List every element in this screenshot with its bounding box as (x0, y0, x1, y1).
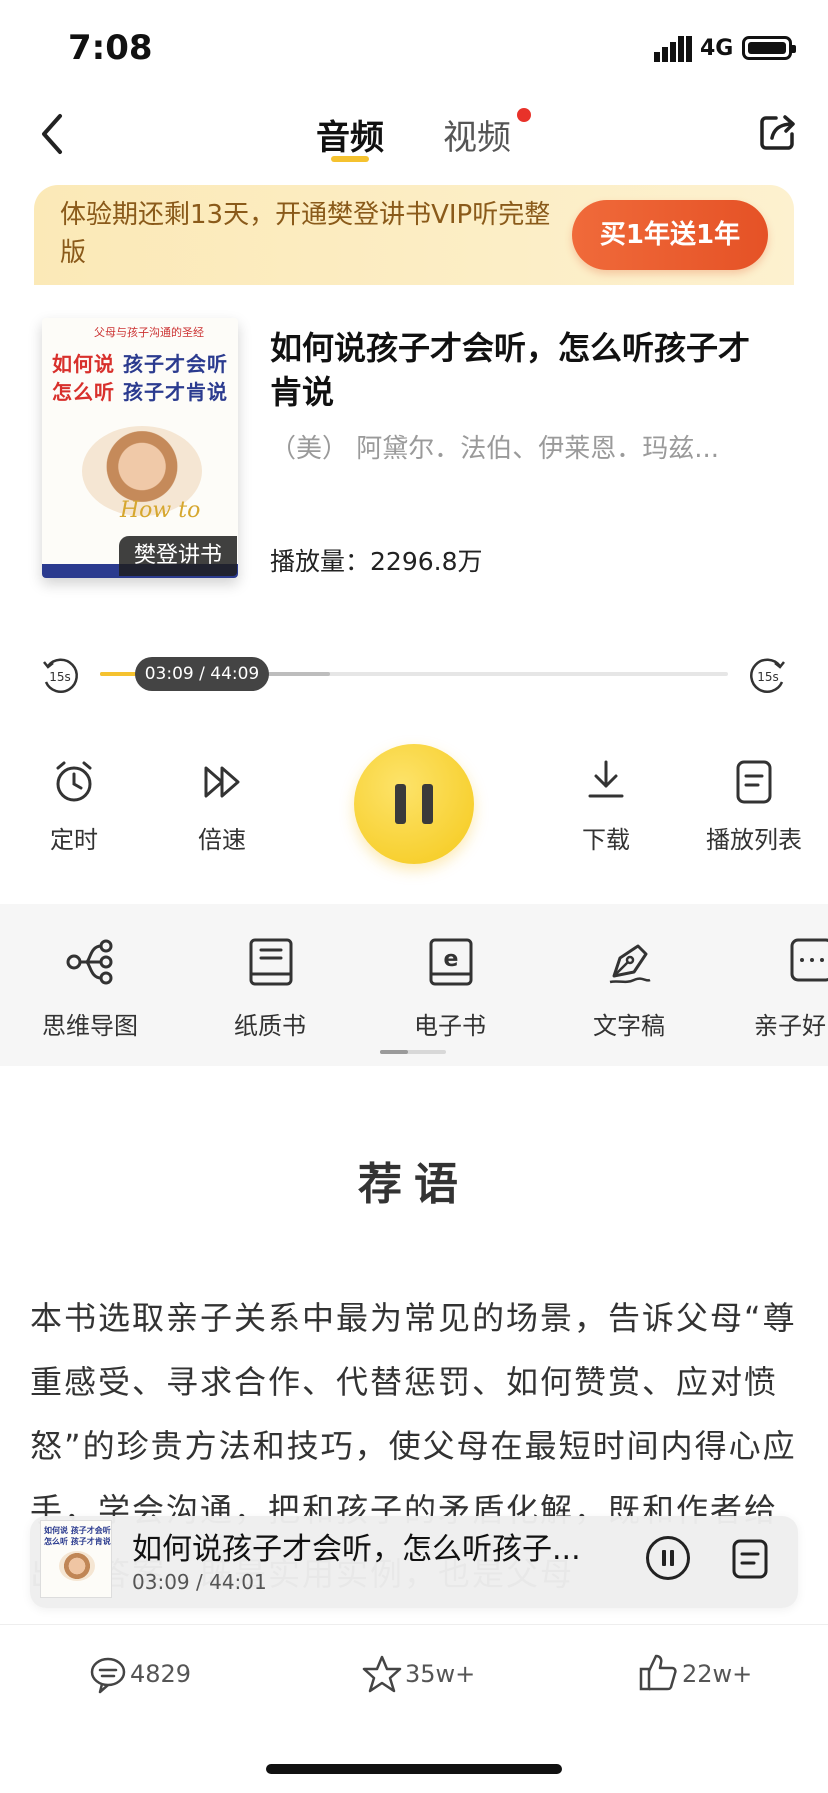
mini-cover-photo (59, 1551, 95, 1581)
pause-bar-right (422, 784, 433, 824)
battery-icon (742, 36, 796, 60)
mini-player-time: 03:09 / 44:01 (132, 1570, 267, 1594)
download-label[interactable]: 下载 (536, 820, 676, 855)
play-count: 播放量：2296.8万 (270, 547, 483, 576)
feature-parenting[interactable]: 亲子好 (754, 1006, 828, 1041)
tab-audio[interactable]: 音频 (316, 110, 384, 159)
recommend-title: 荐语 (358, 1159, 470, 1210)
svg-text:15s: 15s (49, 670, 71, 684)
signal-icon (654, 36, 692, 62)
forward-15-icon[interactable]: 15s (746, 654, 790, 698)
mini-cover-line1: 如何说 孩子才会听 (44, 1526, 111, 1535)
cover-how: How to (120, 498, 201, 523)
download-icon[interactable] (582, 756, 630, 804)
progress-thumb-time[interactable]: 03:09 / 44:09 (135, 657, 269, 691)
mini-player-cover[interactable]: 如何说 孩子才会听 怎么听 孩子才肯说 (40, 1520, 112, 1598)
playlist-label[interactable]: 播放列表 (684, 820, 824, 855)
playlist-icon[interactable] (730, 758, 778, 806)
alarm-clock-icon[interactable] (50, 758, 98, 806)
speed-icon[interactable] (198, 758, 246, 806)
rewind-15-icon[interactable]: 15s (38, 654, 82, 698)
mini-playlist-icon[interactable] (730, 1538, 770, 1580)
share-icon[interactable] (758, 112, 798, 152)
favorite-count[interactable]: 35w+ (405, 1660, 475, 1688)
feature-mind-map[interactable]: 思维导图 (15, 1006, 165, 1041)
ebook-icon[interactable]: e (425, 936, 477, 988)
feature-row (0, 904, 828, 1066)
speed-label[interactable]: 倍速 (152, 820, 292, 855)
feature-ebook[interactable]: 电子书 (375, 1006, 525, 1041)
svg-text:e: e (444, 947, 459, 972)
star-icon[interactable] (362, 1654, 402, 1694)
cover-title-1: 如何说 孩子才会听 (52, 352, 228, 376)
cover-badge: 樊登讲书 (119, 536, 237, 576)
timer-label[interactable]: 定时 (4, 820, 144, 855)
svg-text:15s: 15s (757, 670, 779, 684)
back-icon[interactable] (36, 112, 72, 156)
pen-icon[interactable] (604, 936, 656, 988)
cover-tagline: 父母与孩子沟通的圣经 (94, 326, 204, 339)
network-label: 4G (700, 36, 734, 61)
feature-transcript[interactable]: 文字稿 (554, 1006, 704, 1041)
book-title: 如何说孩子才会听，怎么听孩子才肯说 (270, 329, 751, 411)
parenting-icon[interactable] (788, 936, 828, 988)
cover-title-2: 怎么听 孩子才肯说 (52, 380, 228, 404)
tab-video[interactable]: 视频 (443, 110, 511, 159)
thumbs-up-icon[interactable] (638, 1652, 678, 1692)
mini-player-title[interactable]: 如何说孩子才会听，怎么听孩子... (132, 1524, 622, 1568)
mini-pause-button[interactable] (646, 1536, 690, 1580)
mini-cover-line2: 怎么听 孩子才肯说 (44, 1537, 111, 1546)
notification-dot (517, 108, 531, 122)
feature-paper-book[interactable]: 纸质书 (195, 1006, 345, 1041)
pause-button[interactable] (354, 744, 474, 864)
mind-map-icon[interactable] (64, 936, 116, 988)
like-count[interactable]: 22w+ (682, 1660, 752, 1688)
feature-scroll-indicator (380, 1050, 446, 1054)
vip-buy-button[interactable]: 买1年送1年 (572, 200, 768, 270)
comment-icon[interactable] (88, 1654, 128, 1694)
vip-text: 体验期还剩13天，开通樊登讲书VIP听完整版 (60, 200, 551, 268)
pause-bar-left (395, 784, 406, 824)
status-time: 7:08 (68, 28, 153, 68)
paper-book-icon[interactable] (245, 936, 297, 988)
home-indicator (266, 1764, 562, 1774)
tab-underline (331, 156, 369, 162)
book-author[interactable]: （美） 阿黛尔．法伯、伊莱恩．玛兹... (270, 428, 770, 465)
comment-count[interactable]: 4829 (130, 1660, 191, 1688)
